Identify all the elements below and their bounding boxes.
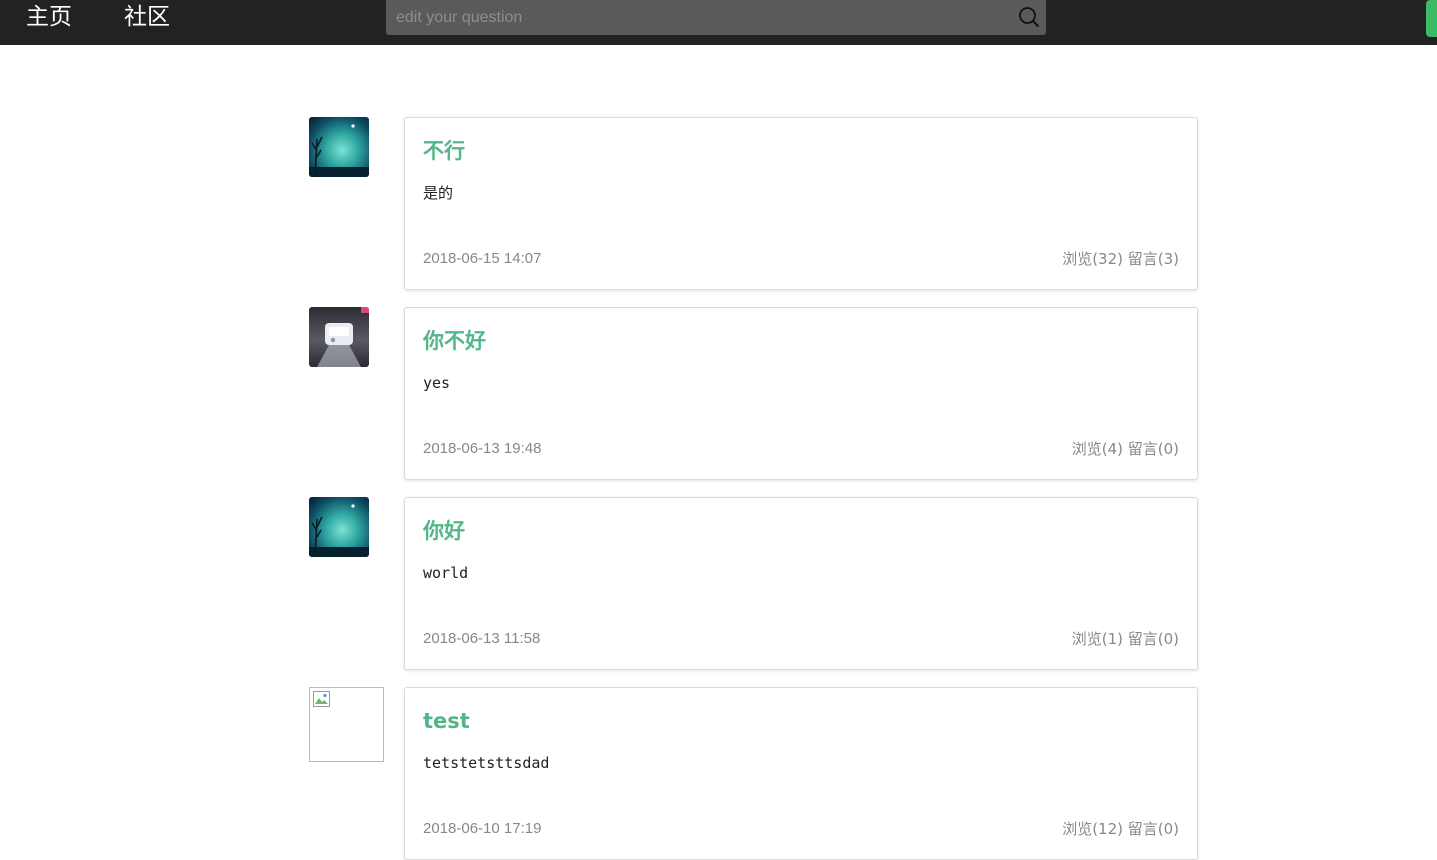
post-body: world bbox=[423, 564, 469, 582]
post-title-link[interactable]: 你好 bbox=[423, 517, 465, 545]
nav-community-link[interactable]: 社区 bbox=[124, 2, 170, 32]
post-body: yes bbox=[423, 374, 451, 392]
search-bar bbox=[386, 0, 1046, 35]
post-date: 2018-06-10 17:19 bbox=[423, 820, 542, 837]
nav-home-link[interactable]: 主页 bbox=[26, 2, 72, 32]
projector-image bbox=[317, 307, 369, 367]
top-navbar: 主页 社区 bbox=[0, 0, 1437, 45]
broken-image-icon bbox=[313, 691, 330, 707]
corner-tab-button[interactable] bbox=[1426, 0, 1437, 37]
projector-avatar[interactable] bbox=[309, 307, 369, 367]
post-item: 你不好 yes 2018-06-13 19:48 浏览(4) 留言(0) bbox=[309, 307, 1198, 480]
post-card: test tetstetsttsdad 2018-06-10 17:19 浏览(… bbox=[404, 687, 1198, 860]
post-body: 是的 bbox=[423, 184, 454, 202]
post-title-link[interactable]: 不行 bbox=[423, 137, 465, 165]
post-title-link[interactable]: test bbox=[423, 707, 470, 735]
post-stats: 浏览(32) 留言(3) bbox=[1062, 250, 1179, 268]
night-sky-image bbox=[309, 124, 369, 177]
post-date: 2018-06-13 19:48 bbox=[423, 440, 542, 457]
post-body: tetstetsttsdad bbox=[423, 754, 550, 772]
post-stats: 浏览(12) 留言(0) bbox=[1062, 820, 1179, 838]
post-card: 不行 是的 2018-06-15 14:07 浏览(32) 留言(3) bbox=[404, 117, 1198, 290]
post-item: 你好 world 2018-06-13 11:58 浏览(1) 留言(0) bbox=[309, 497, 1198, 670]
broken-image-avatar[interactable] bbox=[309, 687, 384, 762]
search-input[interactable] bbox=[386, 0, 1006, 35]
night-sky-image bbox=[309, 504, 369, 557]
post-stats: 浏览(1) 留言(0) bbox=[1071, 630, 1179, 648]
search-icon[interactable] bbox=[1018, 6, 1040, 28]
post-title-link[interactable]: 你不好 bbox=[423, 327, 486, 355]
post-card: 你好 world 2018-06-13 11:58 浏览(1) 留言(0) bbox=[404, 497, 1198, 670]
night-sky-avatar[interactable] bbox=[309, 117, 369, 177]
post-card: 你不好 yes 2018-06-13 19:48 浏览(4) 留言(0) bbox=[404, 307, 1198, 480]
post-item: test tetstetsttsdad 2018-06-10 17:19 浏览(… bbox=[309, 687, 1198, 860]
post-stats: 浏览(4) 留言(0) bbox=[1071, 440, 1179, 458]
post-date: 2018-06-15 14:07 bbox=[423, 250, 542, 267]
post-date: 2018-06-13 11:58 bbox=[423, 630, 541, 647]
night-sky-avatar[interactable] bbox=[309, 497, 369, 557]
post-item: 不行 是的 2018-06-15 14:07 浏览(32) 留言(3) bbox=[309, 117, 1198, 290]
